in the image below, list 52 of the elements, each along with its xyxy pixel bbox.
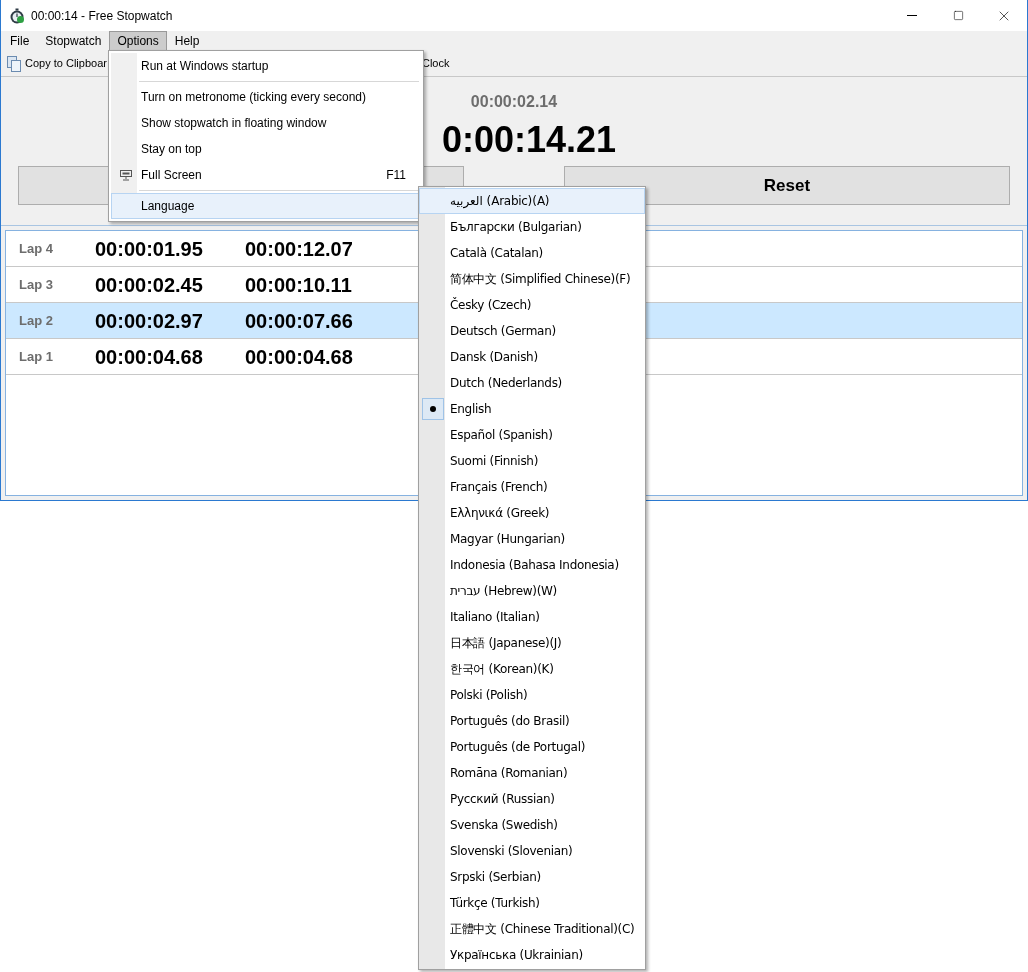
- locale-option-label: 한국어 (Korean)(K): [449, 661, 554, 678]
- lap-label: Lap 3: [19, 275, 54, 294]
- locale-option-label: Русский (Russian): [449, 791, 555, 808]
- locale-option-label: Українська (Ukrainian): [449, 947, 583, 964]
- locale-option-label: Romāna (Romanian): [449, 765, 568, 782]
- menu-item-label: Run at Windows startup: [140, 58, 270, 75]
- locale-option-label: 简体中文 (Simplified Chinese)(F): [449, 271, 631, 288]
- lap-time-display: 00:00:02.14: [470, 92, 558, 112]
- locale-option-label: Català (Catalan): [449, 245, 543, 262]
- locale-option-label: Polski (Polish): [449, 687, 528, 704]
- locale-option-label: Suomi (Finnish): [449, 453, 539, 470]
- menu-item-label: Stay on top: [140, 141, 203, 158]
- menu-item-label: Turn on metronome (ticking every second): [140, 89, 367, 106]
- locale-option-label: Português (de Portugal): [449, 739, 586, 756]
- locale-option-label: Indonesia (Bahasa Indonesia): [449, 557, 619, 574]
- menu-item-label: Language: [140, 198, 196, 215]
- locale-option-label: Español (Spanish): [449, 427, 553, 444]
- lap-label: Lap 1: [19, 347, 54, 366]
- lap-total-time: 00:00:12.07: [245, 236, 353, 262]
- locale-option-label: 正體中文 (Chinese Traditional)(C): [449, 921, 635, 938]
- lap-total-time: 00:00:10.11: [245, 272, 352, 298]
- locale-option-label: 日本語 (Japanese)(J): [449, 635, 562, 652]
- lap-time: 00:00:01.95: [95, 236, 204, 262]
- lap-total-time: 00:00:07.66: [245, 308, 353, 334]
- locale-option-label: עברית (Hebrew)(W): [449, 583, 557, 600]
- locale-option-label: Srpski (Serbian): [449, 869, 541, 886]
- shortcut-label: F11: [386, 167, 406, 184]
- total-time-display: 0:00:14.21: [441, 120, 617, 160]
- locale-option-label: العربيه (Arabic)(A): [449, 193, 550, 210]
- locale-option-label: Türkçe (Turkish): [449, 895, 540, 912]
- locale-option-label: Dansk (Danish): [449, 349, 538, 366]
- locale-option-label: Français (French): [449, 479, 548, 496]
- lap-time: 00:00:04.68: [95, 344, 204, 370]
- menu-item-label: Full Screen: [140, 167, 203, 184]
- lap-label: Lap 2: [19, 311, 54, 330]
- locale-option-label: Português (do Brasil): [449, 713, 570, 730]
- locale-option-label: Dutch (Nederlands): [449, 375, 562, 392]
- locale-option-label: Ελληνικά (Greek): [449, 505, 550, 522]
- locale-option-label: Slovenski (Slovenian): [449, 843, 573, 860]
- lap-label: Lap 4: [19, 239, 54, 258]
- window-title: 00:00:14 - Free Stopwatch: [31, 7, 173, 25]
- lap-time: 00:00:02.97: [95, 308, 204, 334]
- locale-option-label: Svenska (Swedish): [449, 817, 558, 834]
- locale-option-label: Italiano (Italian): [449, 609, 540, 626]
- locale-option-label: Magyar (Hungarian): [449, 531, 565, 548]
- locale-option-label: English: [449, 401, 492, 418]
- locale-option-label: Deutsch (German): [449, 323, 556, 340]
- lap-total-time: 00:00:04.68: [245, 344, 353, 370]
- lap-time: 00:00:02.45: [95, 272, 204, 298]
- menu-item-label: Show stopwatch in floating window: [140, 115, 328, 132]
- locale-option-label: Български (Bulgarian): [449, 219, 582, 236]
- locale-option-label: Česky (Czech): [449, 296, 532, 314]
